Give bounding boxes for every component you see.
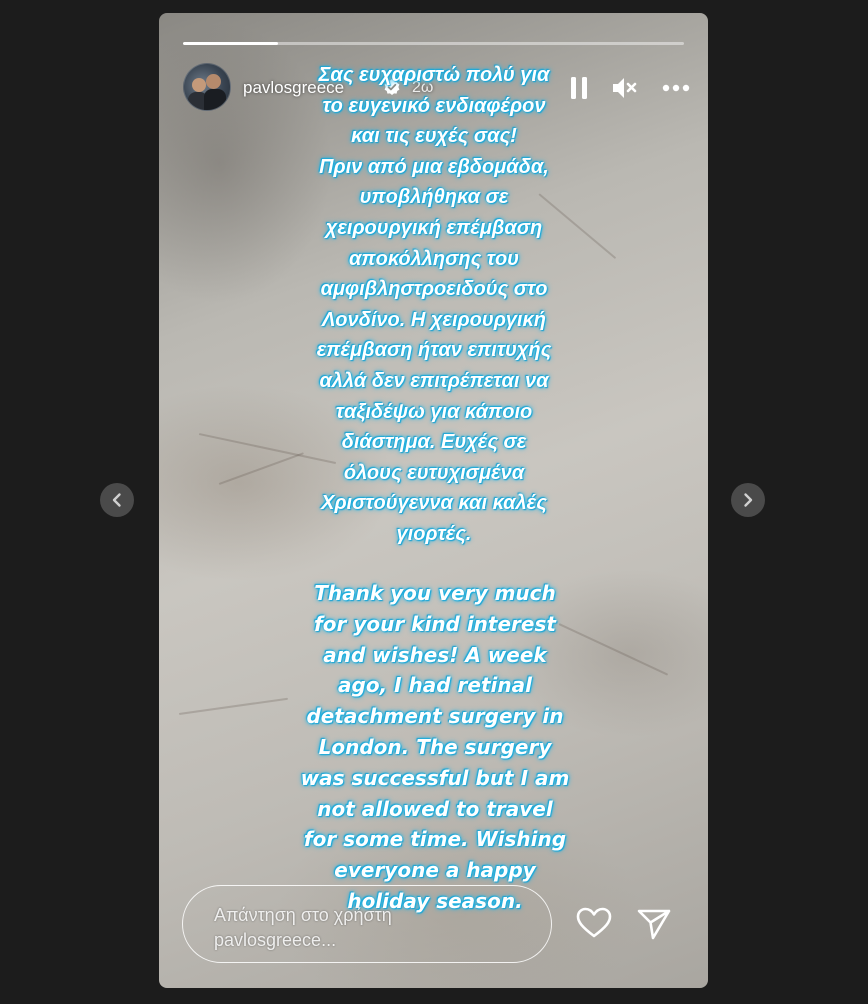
story-progress-fill (183, 42, 279, 45)
heart-icon (576, 907, 612, 938)
reply-input[interactable]: Απάντηση στο χρήστη pavlosgreece... (182, 885, 552, 963)
share-button[interactable] (634, 903, 674, 943)
story-caption-english: Thank you very much for your kind intere… (277, 578, 593, 917)
send-icon (637, 909, 671, 940)
unmute-button[interactable] (609, 73, 639, 103)
more-options-button[interactable] (661, 73, 691, 103)
next-story-button[interactable] (731, 483, 765, 517)
story-progress-bar (183, 42, 684, 45)
muted-speaker-icon (613, 78, 637, 98)
avatar[interactable] (183, 63, 231, 111)
previous-story-button[interactable] (100, 483, 134, 517)
chevron-right-icon (744, 493, 753, 507)
story-viewer: pavlosgreece 2ω Σας ευχαριστώ πολύ για τ… (0, 0, 868, 1004)
like-button[interactable] (574, 903, 614, 943)
more-horizontal-icon (662, 84, 690, 92)
story-caption-greek: Σας ευχαριστώ πολύ για το ευγενικό ενδια… (259, 60, 609, 550)
chevron-left-icon (112, 493, 121, 507)
marble-vein (178, 697, 289, 715)
caption-greek-text: Σας ευχαριστώ πολύ για το ευγενικό ενδια… (316, 64, 552, 545)
reply-placeholder: Απάντηση στο χρήστη pavlosgreece... (214, 905, 392, 950)
caption-english-text: Thank you very much for your kind intere… (300, 581, 570, 913)
story-card[interactable]: pavlosgreece 2ω Σας ευχαριστώ πολύ για τ… (159, 13, 708, 988)
